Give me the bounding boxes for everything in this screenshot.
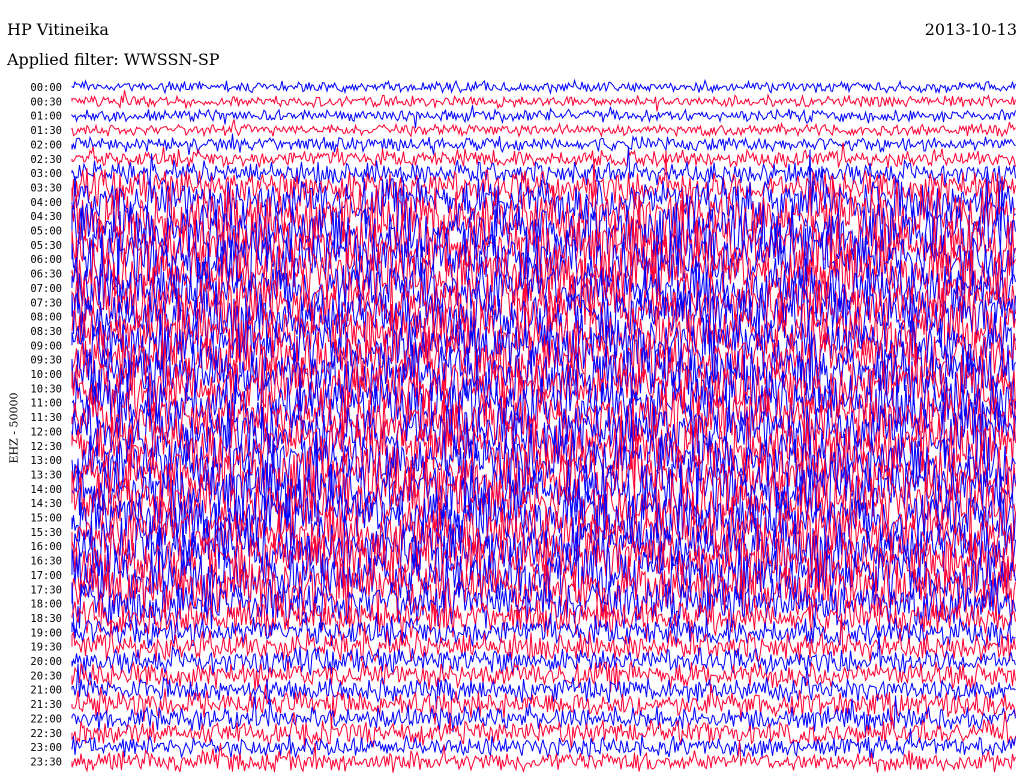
time-tick-label: 17:00 [30,570,62,582]
time-tick-label: 15:30 [30,527,62,539]
time-tick-label: 11:30 [30,412,62,424]
trace-line [71,119,1016,138]
time-tick-label: 15:00 [30,513,62,525]
time-tick-label: 05:00 [30,226,62,238]
time-tick-label: 03:30 [30,182,62,194]
time-tick-label: 07:30 [30,297,62,309]
time-tick-label: 19:00 [30,627,62,639]
trace-line [71,78,1016,95]
time-tick-label: 09:30 [30,355,62,367]
time-tick-label: 16:30 [30,556,62,568]
time-tick-label: 12:30 [30,441,62,453]
time-tick-label: 13:00 [30,455,62,467]
time-tick-label: 17:30 [30,584,62,596]
time-tick-label: 08:30 [30,326,62,338]
time-tick-label: 01:00 [30,111,62,123]
time-tick-label: 21:00 [30,685,62,697]
time-tick-label: 23:30 [30,756,62,768]
time-tick-label: 14:30 [30,498,62,510]
time-tick-label: 22:30 [30,728,62,740]
time-tick-label: 04:30 [30,211,62,223]
time-tick-label: 22:00 [30,713,62,725]
time-tick-label: 01:30 [30,125,62,137]
trace-line [71,90,1016,112]
time-tick-label: 11:00 [30,398,62,410]
trace-line [71,741,1016,773]
time-tick-label: 02:00 [30,139,62,151]
time-tick-label: 20:00 [30,656,62,668]
time-tick-label: 13:30 [30,469,62,481]
time-tick-label: 18:30 [30,613,62,625]
time-tick-label: 10:30 [30,383,62,395]
time-tick-label: 06:00 [30,254,62,266]
trace-line [71,142,1016,169]
time-tick-label: 10:00 [30,369,62,381]
time-tick-label: 03:00 [30,168,62,180]
time-tick-label: 20:30 [30,670,62,682]
time-tick-label: 00:00 [30,82,62,94]
helicorder-plot: 00:00 00:30 01:00 01:30 02:00 02:30 03:00 03:30… [30,78,1016,773]
time-tick-label: 18:00 [30,599,62,611]
time-tick-label: 06:30 [30,269,62,281]
trace-line [71,133,1016,155]
time-tick-label: 21:30 [30,699,62,711]
time-tick-label: 09:00 [30,340,62,352]
time-tick-label: 04:00 [30,197,62,209]
time-tick-label: 08:00 [30,312,62,324]
time-tick-label: 19:30 [30,642,62,654]
time-tick-label: 14:00 [30,484,62,496]
time-tick-label: 07:00 [30,283,62,295]
trace-line [71,105,1016,129]
time-tick-label: 00:30 [30,96,62,108]
time-tick-label: 02:30 [30,154,62,166]
time-tick-label: 12:00 [30,426,62,438]
time-tick-label: 16:00 [30,541,62,553]
time-tick-label: 23:00 [30,742,62,754]
time-tick-label: 05:30 [30,240,62,252]
